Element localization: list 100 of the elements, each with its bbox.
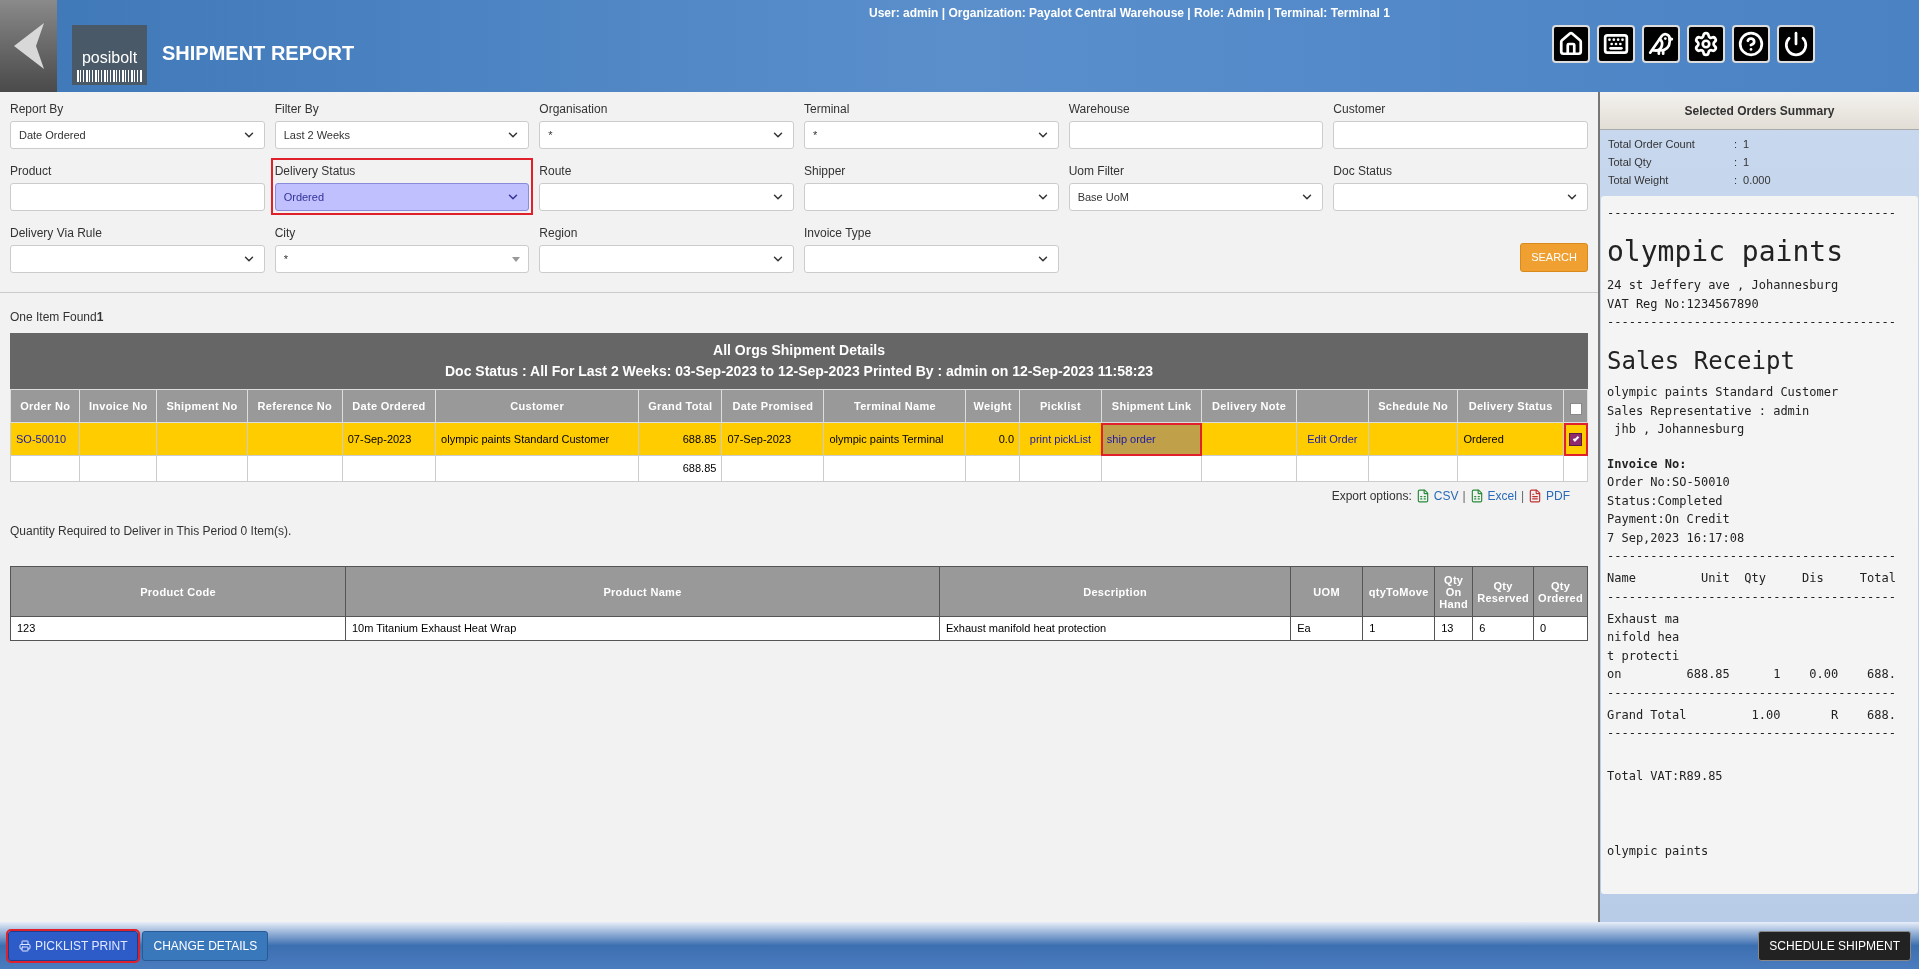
receipt-line: Exhaust ma (1607, 610, 1680, 628)
receipt-line: 7 Sep,2023 16:17:08 (1607, 529, 1745, 547)
select-field[interactable] (539, 245, 794, 273)
power-button[interactable] (1777, 25, 1815, 63)
separator: : (1734, 154, 1738, 170)
pdf-file-icon (1528, 489, 1542, 503)
caret-icon (512, 256, 521, 262)
picklist-print-button[interactable]: PICKLIST PRINT (8, 930, 139, 961)
select-field[interactable]: Last 2 Weeks (274, 121, 530, 149)
stat-label: Total Order Count (1608, 136, 1696, 152)
dashed-rule: ---------------------------------------- (1607, 314, 1896, 331)
table-cell: 13 (1434, 616, 1473, 641)
column-header: Weight (965, 389, 1020, 423)
column-header: Customer (435, 389, 639, 423)
help-button[interactable] (1732, 25, 1770, 63)
receipt-line: Sales Representative : admin (1607, 402, 1810, 420)
report-subtitle: Doc Status : All For Last 2 Weeks: 03-Sep-2023 to 12-Sep-2023 Printed By : admin on 12-Sep-2023 11:58:23 (443, 362, 1154, 381)
column-header: Schedule No (1368, 389, 1458, 423)
select-field[interactable]: Base UoM (1068, 183, 1324, 211)
select-field[interactable]: * (539, 121, 794, 149)
select-field[interactable]: * (804, 121, 1059, 149)
text-field[interactable] (1068, 121, 1324, 149)
receipt-line: Payment:On Credit (1607, 511, 1730, 528)
receipt-line: Name Unit Qty Dis Total (1607, 570, 1896, 587)
stat-value: 1 (1743, 154, 1750, 170)
column-header: Delivery Status (1457, 389, 1564, 423)
filter-label: Filter By (274, 101, 320, 118)
filter-label: Report By (10, 101, 65, 118)
filter-label: Shipper (804, 163, 847, 180)
settings-button[interactable] (1687, 25, 1725, 63)
dashed-rule: ---------------------------------------- (1607, 725, 1896, 742)
link-cell[interactable]: SO-50010 (10, 422, 80, 456)
select-field[interactable] (804, 183, 1059, 211)
column-header: Product Name (345, 566, 940, 617)
link-cell[interactable]: Edit Order (1296, 422, 1369, 456)
filter-label: Invoice Type (804, 225, 873, 242)
export-link[interactable]: PDF (1546, 487, 1570, 505)
keyboard-button[interactable] (1597, 25, 1635, 63)
select-field[interactable] (539, 183, 794, 211)
change-details-button[interactable]: CHANGE DETAILS (142, 930, 269, 961)
select-field[interactable]: Ordered (274, 183, 530, 211)
stat-value: 1 (1743, 136, 1750, 152)
export-link[interactable]: CSV (1433, 487, 1459, 505)
receipt-line: 24 st Jeffery ave , Johannesburg (1607, 277, 1839, 294)
export-link[interactable]: Excel (1487, 487, 1517, 505)
select-field[interactable] (10, 245, 265, 273)
table-cell: 0 (1533, 616, 1588, 641)
select-field[interactable]: * (274, 245, 530, 273)
column-header: Invoice No (79, 389, 157, 423)
row-checkbox[interactable] (1569, 432, 1582, 446)
receipt-line: olympic paints (1607, 842, 1709, 860)
column-header: Shipment Link (1101, 389, 1202, 423)
keyboard-icon (1603, 31, 1629, 57)
shop-name: olympic paints (1607, 234, 1843, 270)
filter-label: Route (539, 163, 573, 180)
column-header: Shipment No (156, 389, 248, 423)
link-cell[interactable]: ship order (1101, 422, 1202, 456)
receipt-line: nifold hea (1607, 629, 1680, 646)
receipt-line: on 688.85 1 0.00 688. (1607, 666, 1896, 683)
separator: : (1734, 172, 1738, 188)
table-cell: 0.0 (965, 422, 1020, 456)
filter-label: City (274, 225, 297, 242)
text-field[interactable] (10, 183, 265, 211)
dashed-rule: ---------------------------------------- (1607, 684, 1896, 702)
home-icon (1558, 31, 1584, 57)
filter-label: Product (10, 163, 53, 180)
filter-label: Customer (1333, 101, 1387, 118)
select-all-checkbox[interactable] (1569, 403, 1582, 415)
column-header: Picklist (1019, 389, 1102, 423)
text-field[interactable] (1333, 121, 1588, 149)
report-title: All Orgs Shipment Details (712, 341, 886, 360)
schedule-shipment-button[interactable]: SCHEDULE SHIPMENT (1758, 930, 1911, 961)
table-cell: olympic paints Terminal (823, 422, 966, 456)
filter-label: Doc Status (1333, 163, 1394, 180)
receipt-line: VAT Reg No:1234567890 (1607, 295, 1759, 313)
quantity-note: Quantity Required to Deliver in This Period 0 Item(s). (10, 523, 293, 540)
select-field[interactable] (804, 245, 1059, 273)
table-cell: 07-Sep-2023 (721, 422, 824, 456)
table-cell: 07-Sep-2023 (342, 422, 436, 456)
total-cell: 688.85 (638, 455, 722, 482)
column-header: Delivery Note (1201, 389, 1297, 423)
column-header: Qty Ordered (1533, 566, 1588, 617)
spreadsheet-icon (1415, 489, 1430, 503)
column-header: Reference No (247, 389, 343, 423)
bird-button[interactable] (1642, 25, 1680, 63)
table-cell: 1 (1362, 616, 1435, 641)
column-header: Product Code (10, 566, 346, 617)
filter-label: Organisation (539, 101, 609, 118)
filter-label: Delivery Status (274, 163, 357, 180)
separator: | (1520, 488, 1524, 505)
spreadsheet-icon (1469, 489, 1484, 503)
printer-icon (19, 939, 31, 952)
column-header: qtyToMove (1362, 566, 1435, 617)
column-header: Date Promised (721, 389, 824, 423)
select-field[interactable] (1333, 183, 1588, 211)
receipt-line: Status:Completed (1607, 492, 1723, 510)
back-button[interactable] (0, 0, 57, 92)
column-header: Qty Reserved (1472, 566, 1534, 617)
home-button[interactable] (1552, 25, 1590, 63)
select-field[interactable]: Date Ordered (10, 121, 265, 149)
